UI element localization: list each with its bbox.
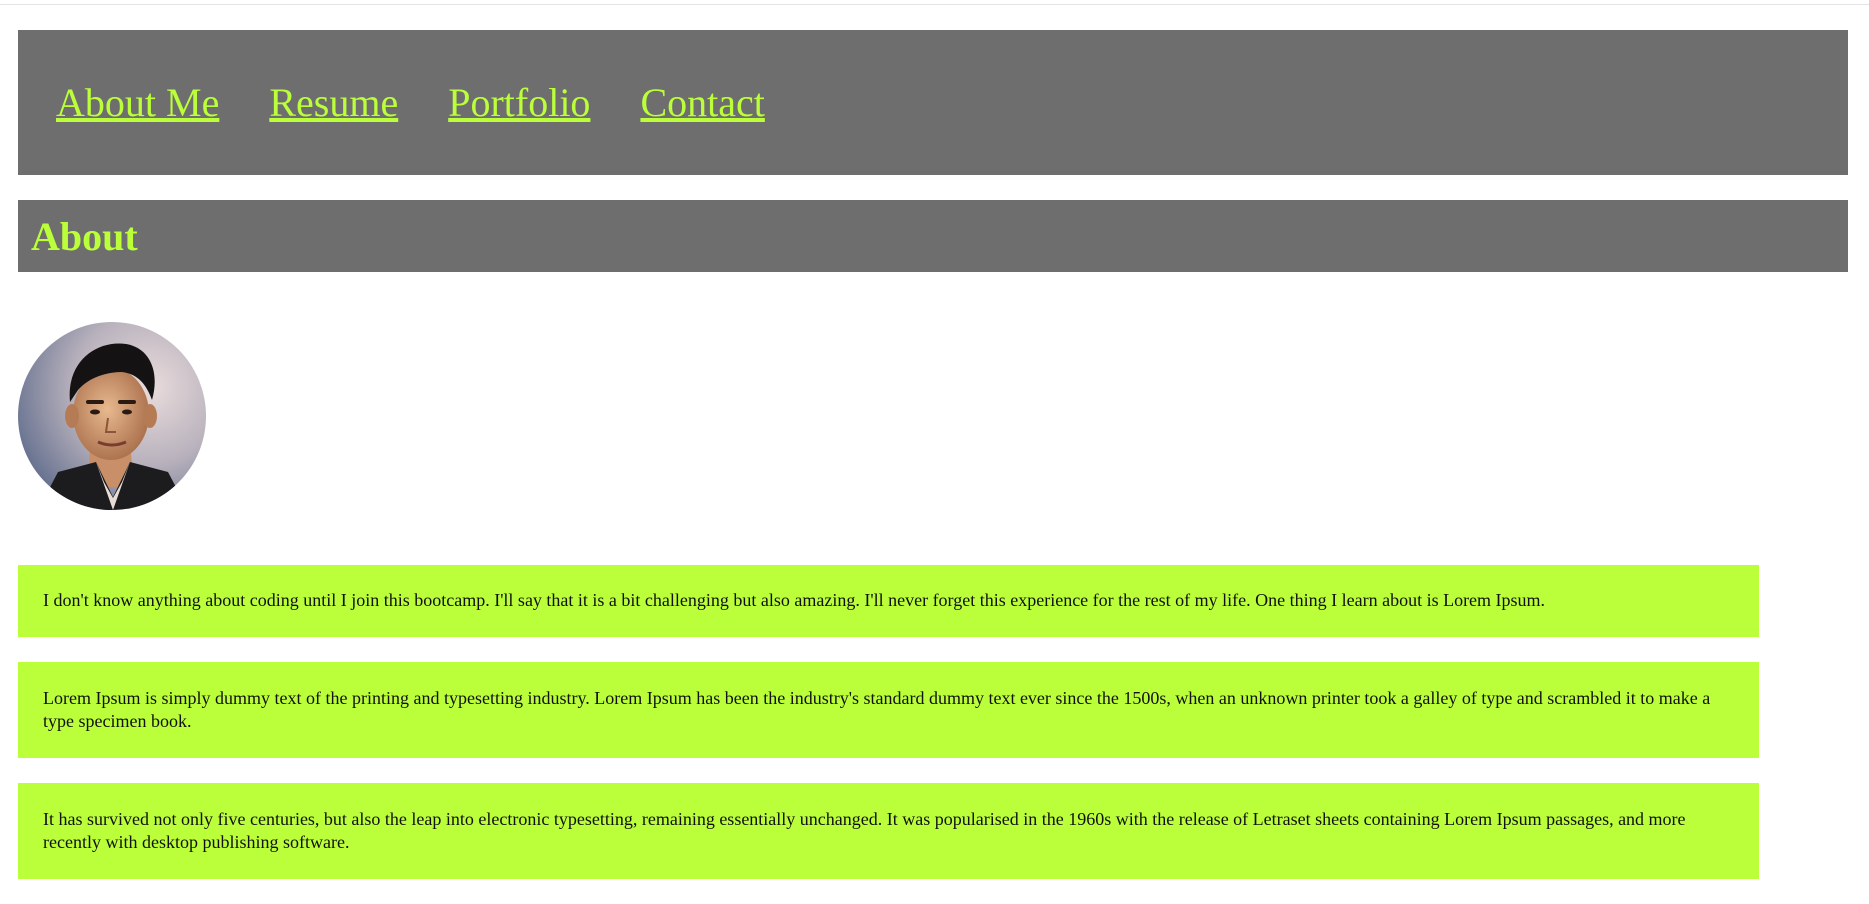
about-paragraph: It has survived not only five centuries,… bbox=[18, 783, 1759, 879]
main-nav: About Me Resume Portfolio Contact bbox=[18, 30, 1848, 175]
nav-link-portfolio[interactable]: Portfolio bbox=[448, 82, 590, 123]
nav-link-contact[interactable]: Contact bbox=[640, 82, 764, 123]
nav-link-resume[interactable]: Resume bbox=[269, 82, 398, 123]
section-title: About bbox=[31, 213, 138, 259]
nav-link-about-me[interactable]: About Me bbox=[56, 82, 219, 123]
section-header: About bbox=[18, 200, 1848, 272]
page-container: About Me Resume Portfolio Contact About bbox=[18, 30, 1848, 904]
top-divider bbox=[0, 4, 1869, 5]
about-paragraphs: I don't know anything about coding until… bbox=[18, 565, 1759, 879]
about-paragraph: Lorem Ipsum is simply dummy text of the … bbox=[18, 662, 1759, 758]
about-paragraph: I don't know anything about coding until… bbox=[18, 565, 1759, 637]
profile-photo-icon bbox=[18, 322, 206, 510]
avatar bbox=[18, 322, 206, 510]
